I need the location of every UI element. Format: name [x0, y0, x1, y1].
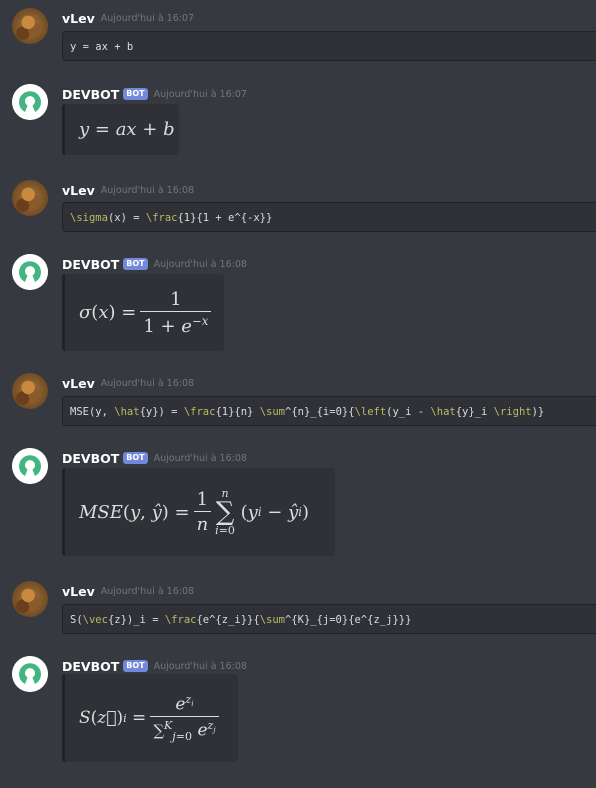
- user-avatar[interactable]: [12, 8, 48, 44]
- latex-render: y = ax + b: [62, 104, 179, 155]
- timestamp: Aujourd'hui à 16:07: [100, 12, 195, 24]
- bot-avatar[interactable]: [12, 254, 48, 290]
- message-header: DEVBOT BOT Aujourd'hui à 16:08: [62, 449, 247, 467]
- bot-avatar[interactable]: [12, 84, 48, 120]
- open-source-logo-icon: [12, 254, 48, 290]
- author-name[interactable]: vLev: [62, 183, 95, 198]
- author-name[interactable]: vLev: [62, 11, 95, 26]
- author-name[interactable]: DEVBOT: [62, 257, 119, 272]
- code-block: \sigma(x) = \frac{1}{1 + e^{-x}}: [62, 202, 596, 232]
- author-name[interactable]: vLev: [62, 584, 95, 599]
- author-name[interactable]: DEVBOT: [62, 451, 119, 466]
- user-avatar[interactable]: [12, 373, 48, 409]
- code-block: MSE(y, \hat{y}) = \frac{1}{n} \sum^{n}_{…: [62, 396, 596, 426]
- message-header: DEVBOT BOT Aujourd'hui à 16:08: [62, 255, 247, 273]
- timestamp: Aujourd'hui à 16:07: [153, 88, 247, 100]
- author-name[interactable]: vLev: [62, 376, 95, 391]
- open-source-logo-icon: [12, 656, 48, 692]
- bot-badge: BOT: [123, 452, 148, 464]
- user-avatar[interactable]: [12, 581, 48, 617]
- author-name[interactable]: DEVBOT: [62, 87, 119, 102]
- bot-badge: BOT: [123, 258, 148, 270]
- open-source-logo-icon: [12, 84, 48, 120]
- timestamp: Aujourd'hui à 16:08: [100, 585, 195, 597]
- open-source-logo-icon: [12, 448, 48, 484]
- latex-render: MSE(y, ŷ) = 1n n ∑ i=0 (y i − ŷ i): [62, 468, 335, 556]
- user-avatar[interactable]: [12, 180, 48, 216]
- message-header: vLev Aujourd'hui à 16:08: [62, 374, 194, 392]
- message-header: DEVBOT BOT Aujourd'hui à 16:08: [62, 657, 247, 675]
- latex-render: S(z⃗) i = ezi ∑Kj=0 ezj: [62, 674, 238, 762]
- timestamp: Aujourd'hui à 16:08: [100, 377, 195, 389]
- bot-avatar[interactable]: [12, 656, 48, 692]
- code-block: S(\vec{z})_i = \frac{e^{z_i}}{\sum^{K}_{…: [62, 604, 596, 634]
- message-header: vLev Aujourd'hui à 16:08: [62, 582, 194, 600]
- timestamp: Aujourd'hui à 16:08: [100, 184, 195, 196]
- timestamp: Aujourd'hui à 16:08: [153, 660, 247, 672]
- bot-avatar[interactable]: [12, 448, 48, 484]
- timestamp: Aujourd'hui à 16:08: [153, 258, 247, 270]
- timestamp: Aujourd'hui à 16:08: [153, 452, 247, 464]
- bot-badge: BOT: [123, 88, 148, 100]
- code-block: y = ax + b: [62, 31, 596, 61]
- bot-badge: BOT: [123, 660, 148, 672]
- latex-render: σ(x) = 11 + e−x: [62, 274, 224, 351]
- author-name[interactable]: DEVBOT: [62, 659, 119, 674]
- message-header: vLev Aujourd'hui à 16:08: [62, 181, 194, 199]
- message-header: vLev Aujourd'hui à 16:07: [62, 9, 194, 27]
- message-header: DEVBOT BOT Aujourd'hui à 16:07: [62, 85, 247, 103]
